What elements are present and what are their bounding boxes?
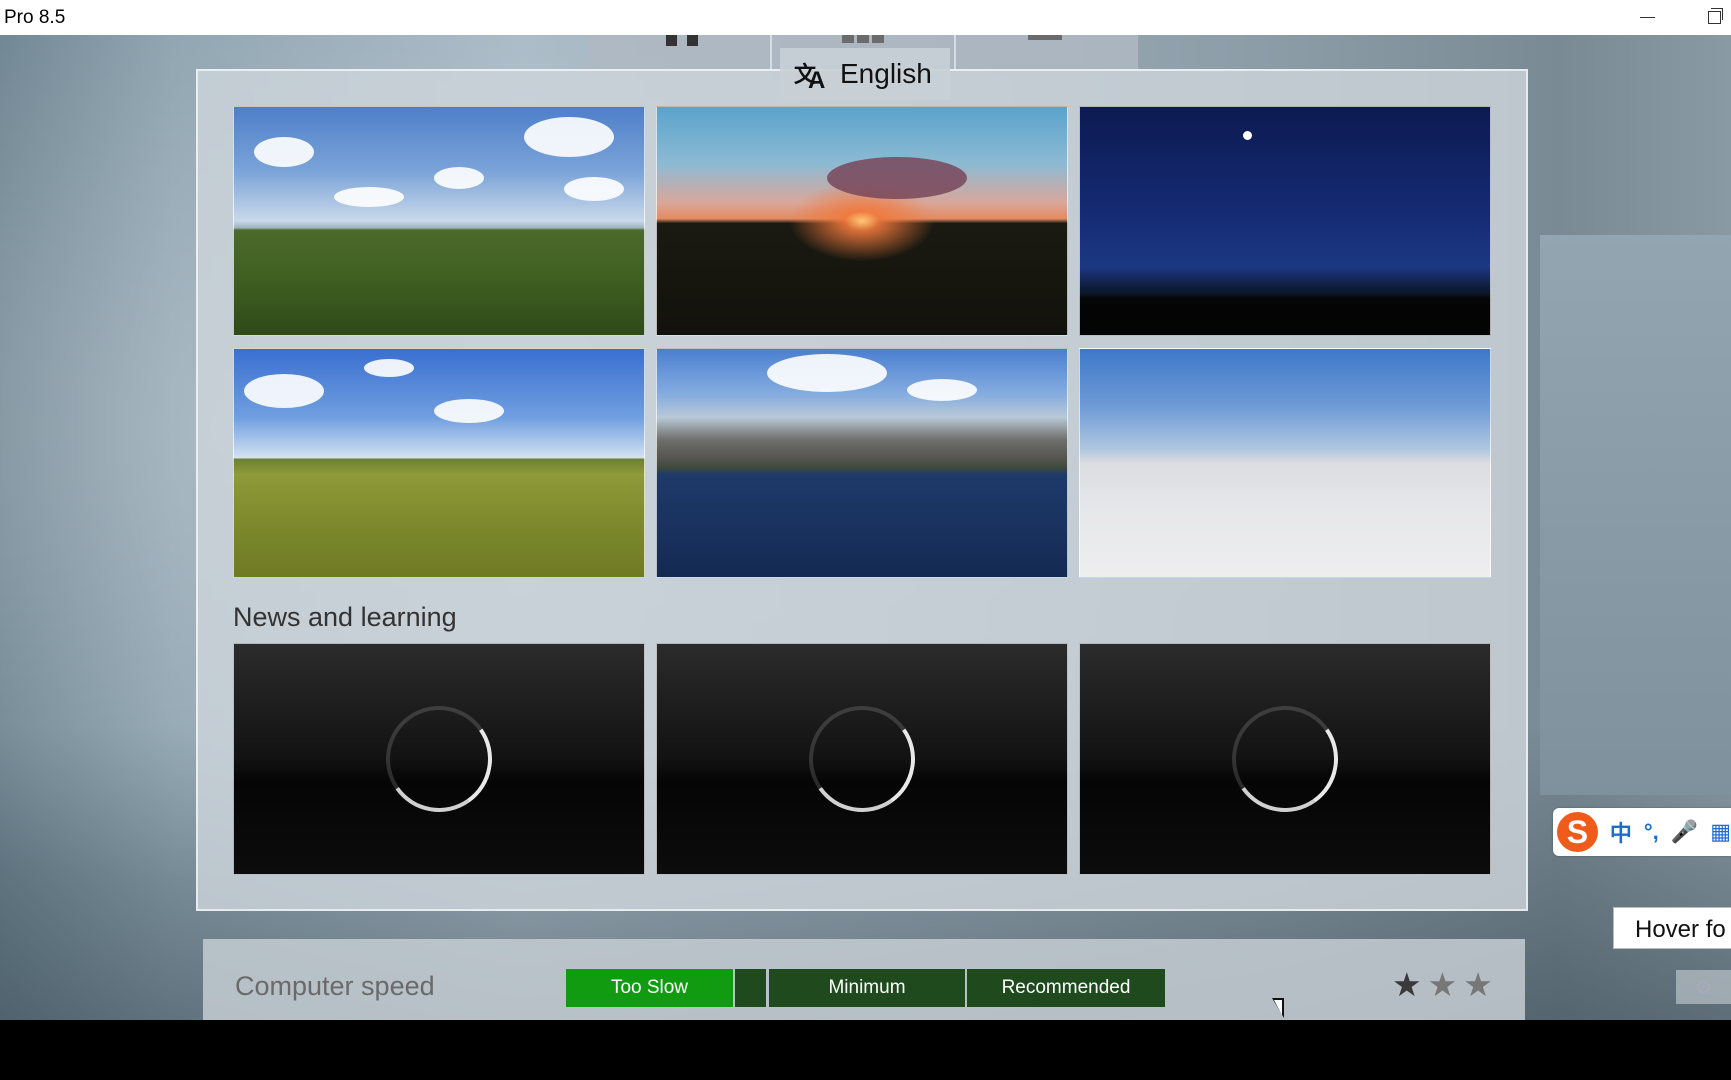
speed-level-gap xyxy=(735,969,766,1007)
ime-logo: S xyxy=(1557,812,1598,852)
loading-spinner-icon xyxy=(1223,697,1347,821)
cloud xyxy=(564,177,624,201)
loading-spinner-icon xyxy=(800,697,924,821)
environment-thumb-sunset[interactable] xyxy=(656,106,1068,336)
environment-thumb-clear-day[interactable] xyxy=(233,106,645,336)
news-item[interactable] xyxy=(1079,643,1491,875)
environment-thumb-plain[interactable] xyxy=(1079,348,1491,578)
mouse-cursor-icon xyxy=(1272,998,1284,1018)
restore-button[interactable] xyxy=(1690,0,1731,35)
loading-spinner-icon xyxy=(377,697,501,821)
tab-separator xyxy=(954,35,956,71)
cloud xyxy=(524,117,614,157)
tab-pause-icon[interactable] xyxy=(666,35,698,46)
ime-chinese-mode[interactable]: 中 xyxy=(1610,816,1632,848)
cloud xyxy=(907,379,977,401)
star-empty-icon: ★ xyxy=(1463,966,1493,1003)
background-wall xyxy=(1540,235,1731,795)
tab-folder-icon[interactable] xyxy=(1028,35,1062,40)
hover-tooltip: Hover fo xyxy=(1613,907,1731,949)
ime-punctuation[interactable]: °, xyxy=(1644,819,1659,845)
window-title: Pro 8.5 xyxy=(4,7,66,28)
moon-icon xyxy=(1243,131,1252,140)
computer-speed-label: Computer speed xyxy=(235,971,435,1001)
environment-thumb-mountain-lake[interactable] xyxy=(656,348,1068,578)
bottom-black-bar xyxy=(0,1020,1731,1080)
ime-toolbar[interactable]: S 中 °, 🎤 ▦ xyxy=(1553,808,1731,856)
cloud xyxy=(254,137,314,167)
tab-separator xyxy=(770,35,772,71)
minimize-button[interactable] xyxy=(1623,0,1671,35)
star-filled-icon: ★ xyxy=(1392,966,1422,1003)
cloud xyxy=(767,354,887,392)
cloud xyxy=(334,187,404,207)
cloud xyxy=(434,167,484,189)
news-section-title: News and learning xyxy=(233,602,457,632)
cloud xyxy=(364,359,414,377)
news-item[interactable] xyxy=(656,643,1068,875)
speed-level-minimum: Minimum xyxy=(769,969,965,1007)
speed-level-recommended: Recommended xyxy=(967,969,1165,1007)
environment-thumb-hills[interactable] xyxy=(233,348,645,578)
settings-gear-icon[interactable]: ⚙ xyxy=(1676,970,1731,1004)
language-label: English xyxy=(840,58,932,89)
translate-icon: 文A xyxy=(794,62,826,94)
title-bar: Pro 8.5 xyxy=(0,0,1731,35)
restore-icon xyxy=(1707,8,1723,24)
news-item[interactable] xyxy=(233,643,645,875)
environment-thumb-night[interactable] xyxy=(1079,106,1491,336)
cloud xyxy=(434,399,504,423)
ime-grid-icon[interactable]: ▦ xyxy=(1710,819,1731,845)
minimize-icon xyxy=(1639,17,1655,18)
cloud xyxy=(244,374,324,408)
ime-mic-icon[interactable]: 🎤 xyxy=(1671,819,1698,845)
language-button[interactable]: 文A English xyxy=(780,48,950,100)
tab-grid-icon[interactable] xyxy=(842,35,886,43)
speed-level-too-slow: Too Slow xyxy=(566,969,733,1007)
speed-rating: ★ ★ ★ xyxy=(1392,968,1493,1001)
cloud xyxy=(827,157,967,199)
star-empty-icon: ★ xyxy=(1427,966,1458,1003)
